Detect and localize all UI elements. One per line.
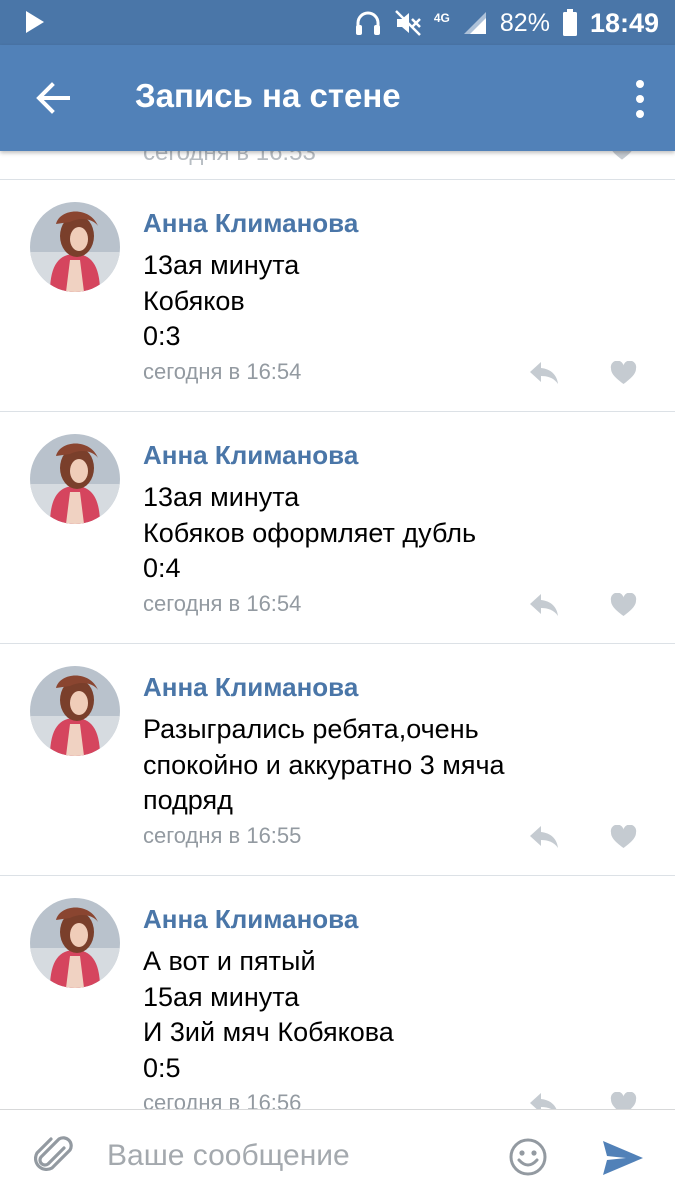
comments-feed[interactable]: сегодня в 16:53 Анна Климанова 13ая мину…	[0, 151, 675, 1109]
comment-author[interactable]: Анна Климанова	[143, 904, 358, 935]
comment-author[interactable]: Анна Климанова	[143, 440, 358, 471]
heart-icon[interactable]	[610, 361, 637, 385]
comment-text: А вот и пятый 15ая минута И 3ий мяч Кобя…	[143, 946, 394, 1083]
reply-icon[interactable]	[528, 592, 560, 618]
heart-icon[interactable]	[609, 151, 635, 161]
status-bar: 4G 82% 18:49	[0, 0, 675, 45]
message-input[interactable]	[107, 1130, 487, 1182]
app-bar: Запись на стене	[0, 45, 675, 151]
network-type-label: 4G	[433, 11, 450, 25]
comment-time: сегодня в 16:54	[143, 359, 302, 384]
mute-icon	[394, 10, 421, 36]
comment-item: Анна Климанова А вот и пятый 15ая минута…	[0, 876, 675, 1109]
play-store-notification-icon	[26, 11, 44, 33]
avatar[interactable]	[30, 898, 120, 988]
signal-icon	[463, 12, 486, 34]
comment-author[interactable]: Анна Климанова	[143, 208, 358, 239]
comment-item: Анна Климанова 13ая минута Кобяков 0:3 с…	[0, 180, 675, 412]
previous-comment-fragment: сегодня в 16:53	[0, 151, 675, 180]
comment-time: сегодня в 16:53	[143, 151, 316, 166]
smile-icon[interactable]	[508, 1137, 548, 1177]
comment-text: 13ая минута Кобяков 0:3	[143, 250, 300, 351]
avatar[interactable]	[30, 666, 120, 756]
send-icon[interactable]	[602, 1140, 644, 1176]
message-composer	[0, 1109, 675, 1200]
heart-icon[interactable]	[610, 825, 637, 849]
avatar[interactable]	[30, 434, 120, 524]
reply-icon[interactable]	[528, 360, 560, 386]
battery-percent: 82%	[499, 8, 550, 37]
comment-time: сегодня в 16:56	[143, 1090, 302, 1109]
heart-icon[interactable]	[610, 1092, 637, 1109]
battery-icon	[562, 9, 577, 36]
reply-icon[interactable]	[528, 824, 560, 850]
comment-author[interactable]: Анна Климанова	[143, 672, 358, 703]
avatar[interactable]	[30, 202, 120, 292]
paperclip-icon[interactable]	[34, 1134, 74, 1178]
arrow-left-icon[interactable]	[30, 75, 76, 121]
comment-text: Разыгрались ребята,очень спокойно и акку…	[143, 714, 505, 815]
page-title: Запись на стене	[135, 77, 401, 114]
more-vertical-icon[interactable]	[633, 77, 647, 121]
comment-time: сегодня в 16:54	[143, 591, 302, 616]
comment-text: 13ая минута Кобяков оформляет дубль 0:4	[143, 482, 477, 583]
headphones-icon	[355, 11, 380, 35]
comment-item: Анна Климанова 13ая минута Кобяков оформ…	[0, 412, 675, 644]
reply-icon[interactable]	[528, 1091, 560, 1109]
comment-item: Анна Климанова Разыгрались ребята,очень …	[0, 644, 675, 876]
comment-time: сегодня в 16:55	[143, 823, 302, 848]
clock: 18:49	[589, 7, 659, 38]
heart-icon[interactable]	[610, 593, 637, 617]
